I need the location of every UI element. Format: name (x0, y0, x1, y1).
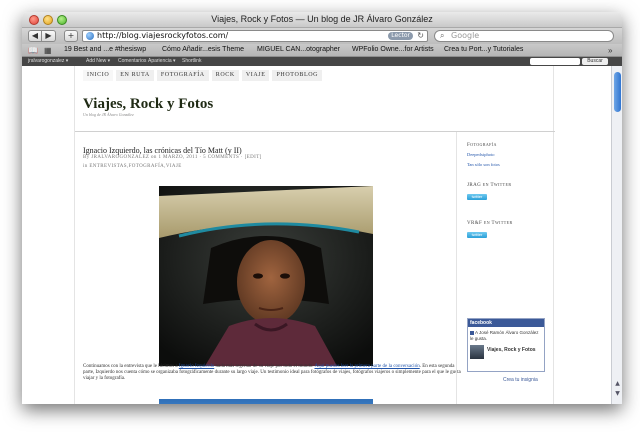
facebook-badge[interactable]: facebook A José Ramón Álvaro González le… (467, 318, 545, 372)
admin-search-input[interactable] (530, 58, 580, 65)
page-viewport: INICIO EN RUTA FOTOGRAFÍA ROCK VIAJE PHO… (22, 66, 611, 404)
facebook-badge-text: A José Ramón Álvaro González le gusta. (470, 330, 542, 341)
wp-admin-bar: jralvarogonzalez ▾ Add New ▾ Comentarios… (22, 57, 622, 66)
browser-toolbar: ◀ ▶ + http://blog.viajesrockyfotos.com/ … (22, 28, 622, 44)
title-bar: Viajes, Rock y Fotos — Un blog de JR Álv… (22, 12, 622, 28)
add-bookmark-button[interactable]: + (64, 30, 78, 42)
reader-button[interactable]: Lector (388, 32, 413, 40)
main-nav: INICIO EN RUTA FOTOGRAFÍA ROCK VIAJE PHO… (83, 70, 323, 81)
site-title[interactable]: Viajes, Rock y Fotos (83, 96, 213, 113)
sidebar-heading-jrag-twitter: JRAG en Twitter (467, 183, 512, 188)
facebook-page-name[interactable]: Viajes, Rock y Fotos (487, 347, 543, 353)
book-icon[interactable]: 📖 (28, 46, 38, 55)
post-byline: By JRALVAROGONZALEZ on 1 MARZO, 2011 · 5… (83, 155, 262, 160)
facebook-favicon-icon (470, 330, 474, 335)
twitter-follow-button[interactable]: twitter (467, 194, 487, 200)
nav-item-fotografia[interactable]: FOTOGRAFÍA (156, 70, 209, 81)
bookmark-item[interactable]: MIGUEL CAN...otographer (257, 46, 340, 53)
address-bar[interactable]: http://blog.viajesrockyfotos.com/ Lector… (82, 30, 428, 42)
scroll-down-arrow-icon[interactable]: ▼ (613, 390, 622, 398)
bookmark-item[interactable]: 19 Best and ...e #thesiswp (64, 46, 146, 53)
facebook-like-text: A José Ramón Álvaro González le gusta. (470, 330, 539, 341)
scroll-up-arrow-icon[interactable]: ▲ (613, 380, 622, 388)
forward-button[interactable]: ▶ (42, 30, 56, 42)
nav-item-inicio[interactable]: INICIO (83, 70, 114, 81)
reload-icon[interactable]: ↻ (417, 31, 424, 41)
create-badge-link[interactable]: Crea tu insignia (503, 377, 538, 383)
search-icon: ⌕ (440, 31, 445, 40)
globe-icon (86, 32, 94, 40)
nav-item-photoblog[interactable]: PHOTOBLOG (272, 70, 323, 81)
facebook-badge-header: facebook (468, 319, 544, 327)
search-input[interactable]: ⌕ Google (434, 30, 614, 42)
facebook-page-thumbnail (470, 345, 484, 359)
site-tagline: Un blog de JR Álvaro González (83, 112, 134, 117)
sidebar-heading-fotografia: Fotografía (467, 143, 497, 148)
post-categories: in ENTREVISTAS,FOTOGRAFÍA,VIAJE (83, 164, 182, 169)
sidebar-link-deepedxiphoto[interactable]: Deepedxiphoto (467, 152, 495, 157)
blog-page: INICIO EN RUTA FOTOGRAFÍA ROCK VIAJE PHO… (74, 66, 555, 404)
search-placeholder: Google (451, 31, 480, 40)
sidebar-link-tan-solo-son-fotos[interactable]: Tan sólo son fotos (467, 162, 500, 167)
window-title: Viajes, Rock y Fotos — Un blog de JR Álv… (211, 14, 433, 24)
post-paragraph: Continuamos con la entrevista que le hic… (83, 364, 463, 382)
more-bookmarks-icon[interactable]: » (608, 46, 612, 55)
admin-appearance[interactable]: Apariencia ▾ (148, 57, 176, 66)
link-primera-parte[interactable]: Aquí puedes leer la primera parte de la … (314, 364, 419, 369)
sidebar-heading-vrf-twitter: VR&F en Twitter (467, 221, 513, 226)
bookmark-item[interactable]: Cómo Añadir...esis Theme (162, 46, 244, 53)
address-text: http://blog.viajesrockyfotos.com/ (97, 31, 229, 40)
portrait-photo (159, 186, 373, 366)
para-text-mid: nada más regresar de su viaje por todo e… (214, 364, 315, 369)
link-ignacio-izquierdo[interactable]: Ignacio Izquierdo (179, 364, 214, 369)
admin-comments[interactable]: Comentarios (118, 57, 146, 66)
grid-icon[interactable]: ▦ (44, 46, 52, 55)
vertical-scrollbar[interactable]: ▲ ▼ (611, 66, 622, 404)
twitter-follow-button-vrf[interactable]: twitter (467, 232, 487, 238)
sidebar: Fotografía Deepedxiphoto Tan sólo son fo… (456, 132, 555, 404)
browser-window: Viajes, Rock y Fotos — Un blog de JR Álv… (22, 12, 622, 404)
admin-user[interactable]: jralvarogonzalez ▾ (28, 57, 68, 66)
para-text-start: Continuamos con la entrevista que le hic… (83, 364, 179, 369)
admin-search-button[interactable]: Buscar (582, 58, 608, 65)
back-button[interactable]: ◀ (28, 30, 42, 42)
admin-shortlink[interactable]: Shortlink (182, 57, 201, 66)
second-photo[interactable] (159, 399, 373, 404)
bookmarks-bar: 📖 ▦ 19 Best and ...e #thesiswp Cómo Añad… (22, 44, 622, 57)
nav-item-viaje[interactable]: VIAJE (241, 70, 270, 81)
bookmark-item[interactable]: Crea tu Port...y Tutoriales (444, 46, 523, 53)
post-title[interactable]: Ignacio Izquierdo, las crónicas del Tío … (83, 146, 242, 155)
post-photo[interactable] (159, 186, 373, 366)
nav-item-rock[interactable]: ROCK (211, 70, 239, 81)
admin-add-new[interactable]: Add New ▾ (86, 57, 110, 66)
scroll-thumb[interactable] (614, 72, 621, 112)
nav-item-en-ruta[interactable]: EN RUTA (116, 70, 154, 81)
bookmark-item[interactable]: WPFolio Owne...for Artists (352, 46, 434, 53)
